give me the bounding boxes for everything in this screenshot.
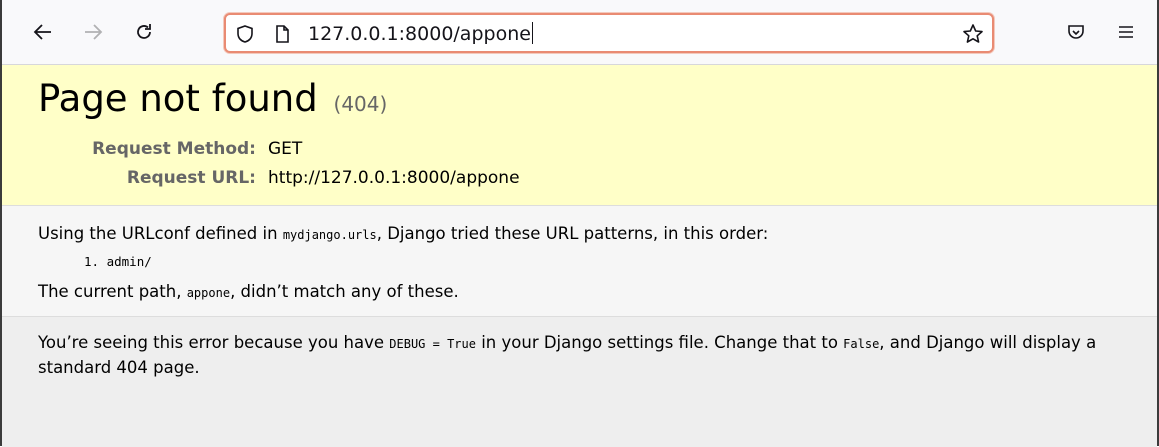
back-arrow-icon bbox=[33, 24, 51, 40]
pocket-button[interactable] bbox=[1060, 16, 1092, 48]
request-method-label: Request Method: bbox=[92, 139, 256, 159]
bookmark-star-icon[interactable] bbox=[962, 23, 984, 45]
shield-icon[interactable] bbox=[234, 23, 256, 45]
debug-help: You’re seeing this error because you hav… bbox=[2, 317, 1157, 447]
title-text: Page not found bbox=[38, 77, 318, 120]
debug-setting: DEBUG = True bbox=[389, 337, 476, 351]
address-bar[interactable]: 127.0.0.1:8000/appone bbox=[224, 13, 994, 53]
text-caret bbox=[531, 22, 533, 44]
urlconf-suffix: , Django tried these URL patterns, in th… bbox=[376, 224, 769, 243]
debug-message: You’re seeing this error because you hav… bbox=[38, 331, 1118, 380]
debug-prefix: You’re seeing this error because you hav… bbox=[38, 333, 390, 352]
current-path-value: appone bbox=[186, 286, 231, 300]
forward-arrow-icon bbox=[85, 24, 103, 40]
reload-button[interactable] bbox=[128, 16, 160, 48]
back-button[interactable] bbox=[27, 16, 59, 48]
status-code: (404) bbox=[333, 92, 388, 116]
browser-window: 127.0.0.1:8000/appone Page not found (40… bbox=[0, 0, 1159, 447]
urlconf-sentence: Using the URLconf defined in mydjango.ur… bbox=[38, 224, 768, 243]
pattern-value: admin/ bbox=[106, 254, 152, 269]
debug-false-value: False bbox=[843, 337, 880, 351]
page-icon[interactable] bbox=[271, 23, 293, 45]
url-input[interactable]: 127.0.0.1:8000/appone bbox=[308, 22, 533, 45]
pattern-number: 1. bbox=[84, 254, 100, 269]
current-path-sentence: The current path, appone, didn’t match a… bbox=[38, 282, 459, 301]
url-pattern-item: 1. admin/ bbox=[84, 254, 152, 269]
reload-icon bbox=[137, 24, 151, 39]
urlconf-prefix: Using the URLconf defined in bbox=[38, 224, 283, 243]
forward-button[interactable] bbox=[77, 16, 109, 48]
url-text: 127.0.0.1:8000/appone bbox=[308, 23, 531, 45]
debug-middle: in your Django settings file. Change tha… bbox=[475, 333, 844, 352]
current-path-prefix: The current path, bbox=[38, 282, 187, 301]
request-method-value: GET bbox=[268, 139, 303, 159]
request-url-value: http://127.0.0.1:8000/appone bbox=[268, 168, 520, 188]
browser-toolbar: 127.0.0.1:8000/appone bbox=[2, 0, 1157, 65]
page-title: Page not found (404) bbox=[38, 77, 387, 120]
error-explanation: Using the URLconf defined in mydjango.ur… bbox=[2, 206, 1157, 317]
error-page: Page not found (404) Request Method: GET… bbox=[2, 65, 1157, 447]
menu-button[interactable] bbox=[1110, 16, 1142, 48]
hamburger-menu-icon bbox=[1119, 26, 1133, 38]
pocket-icon bbox=[1068, 25, 1084, 39]
current-path-suffix: , didn’t match any of these. bbox=[230, 282, 459, 301]
urlconf-name: mydjango.urls bbox=[282, 228, 377, 242]
error-summary: Page not found (404) Request Method: GET… bbox=[2, 65, 1157, 206]
request-url-label: Request URL: bbox=[126, 168, 256, 188]
